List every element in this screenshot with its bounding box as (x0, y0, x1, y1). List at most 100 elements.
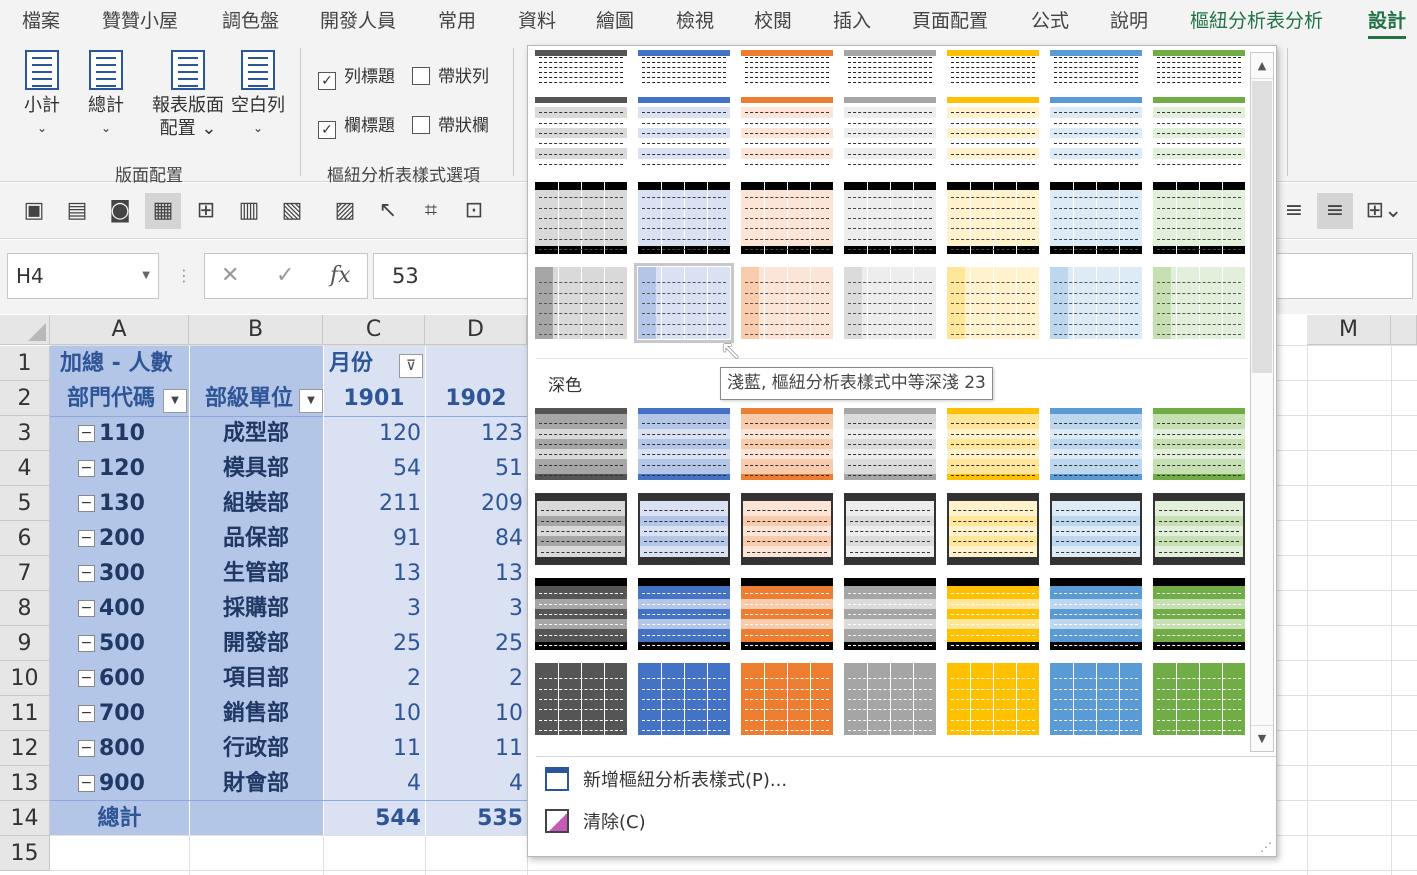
pivot-style-option[interactable] (947, 578, 1039, 650)
pivot-style-option[interactable] (638, 493, 730, 565)
pivot-style-option[interactable] (1153, 493, 1245, 565)
pivot-style-option[interactable] (741, 578, 833, 650)
pivot-column-item[interactable]: 1902 (425, 381, 527, 416)
pivot-style-option[interactable] (947, 663, 1039, 735)
collapse-icon[interactable]: − (78, 740, 95, 757)
layout-button-3[interactable]: 空白列 ⌄ (230, 50, 286, 140)
pivot-style-option[interactable] (844, 578, 936, 650)
pivot-style-option[interactable] (1050, 578, 1142, 650)
row-header[interactable]: 8 (0, 591, 50, 626)
pivot-style-option[interactable] (535, 493, 627, 565)
pivot-style-option[interactable] (1153, 97, 1245, 169)
resize-grip-icon[interactable]: ⋰ (1260, 840, 1272, 854)
pivot-style-option[interactable] (741, 267, 833, 339)
pivot-value-cell[interactable]: 11 (323, 731, 425, 766)
pivot-style-option[interactable] (1050, 97, 1142, 169)
row-header[interactable]: 9 (0, 626, 50, 661)
pivot-style-option[interactable] (1153, 267, 1245, 339)
tab-3[interactable]: 開發人員 (320, 6, 396, 33)
pivot-value-cell[interactable]: 13 (323, 556, 425, 591)
doc-person-icon[interactable]: ▥ (231, 193, 267, 229)
pivot-value-field[interactable]: 加總 - 人數 (60, 346, 188, 381)
row-header[interactable]: 10 (0, 661, 50, 696)
pivot-value-cell[interactable]: 25 (425, 626, 527, 661)
pivot-style-option[interactable] (535, 50, 627, 84)
layout-button-0[interactable]: 小計 ⌄ (20, 50, 64, 140)
pivot-value-cell[interactable]: 91 (323, 521, 425, 556)
pivot-style-option[interactable] (1050, 267, 1142, 339)
pivot-total-cell[interactable]: 544 (323, 801, 425, 836)
crop-icon[interactable]: ⌗ (413, 193, 449, 229)
row-header[interactable]: 12 (0, 731, 50, 766)
scroll-up-icon[interactable]: ▲ (1251, 53, 1273, 79)
pivot-value-cell[interactable]: 2 (323, 661, 425, 696)
checkbox-checked-icon[interactable]: ✓ (318, 121, 336, 139)
pivot-style-option[interactable] (638, 578, 730, 650)
pivot-row-item[interactable]: 開發部 (189, 626, 323, 661)
tab-1[interactable]: 贊贊小屋 (102, 6, 178, 33)
tab-14[interactable]: 設計 (1368, 6, 1407, 39)
scroll-down-icon[interactable]: ▼ (1251, 725, 1273, 751)
select-all-corner[interactable] (0, 315, 50, 345)
pivot-style-option[interactable] (535, 267, 627, 339)
gallery-scrollbar[interactable]: ▲ ▼ (1250, 52, 1274, 752)
pivot-style-option[interactable] (844, 267, 936, 339)
row-header[interactable]: 15 (0, 836, 50, 871)
tab-8[interactable]: 校閱 (754, 6, 792, 33)
dropdown-icon[interactable]: ▼ (299, 389, 323, 413)
option-checkbox-3[interactable]: 帶狀欄 (412, 111, 489, 136)
pivot-row-item[interactable]: 成型部 (189, 416, 323, 451)
pivot-style-option[interactable] (1153, 578, 1245, 650)
column-header[interactable]: A (50, 315, 189, 345)
row-header[interactable]: 13 (0, 766, 50, 801)
pivot-style-option[interactable] (638, 408, 730, 480)
pivot-value-cell[interactable]: 123 (425, 416, 527, 451)
pivot-style-option[interactable] (1153, 182, 1245, 254)
pivot-row-item[interactable]: 500 (99, 626, 179, 661)
pivot-style-option[interactable] (947, 493, 1039, 565)
pivot-cube-icon[interactable]: ▣ (16, 193, 52, 229)
pivot-row-item[interactable]: 120 (99, 451, 179, 486)
pivot-style-option[interactable] (741, 182, 833, 254)
pivot-row-item[interactable]: 600 (99, 661, 179, 696)
tab-12[interactable]: 說明 (1110, 6, 1148, 33)
pivot-column-item[interactable]: 1901 (323, 381, 425, 416)
pivot-row-item[interactable]: 模具部 (189, 451, 323, 486)
pivot-row-item[interactable]: 財會部 (189, 766, 323, 801)
checkbox-checked-icon[interactable]: ✓ (318, 72, 336, 90)
clear-style-item[interactable]: 清除(C) (545, 808, 646, 834)
row-header[interactable]: 1 (0, 346, 50, 381)
pivot-style-option[interactable] (638, 50, 730, 84)
pivot-style-option[interactable] (1050, 663, 1142, 735)
option-checkbox-0[interactable]: ✓ 列標題 (318, 62, 395, 90)
pivot-total-label[interactable]: 總計 (50, 801, 189, 836)
pivot-value-cell[interactable]: 209 (425, 486, 527, 521)
pivot-total-cell[interactable]: 535 (425, 801, 527, 836)
column-header[interactable] (1391, 315, 1417, 345)
pivot-record-icon[interactable]: ◙ (102, 193, 138, 229)
select-arrow-icon[interactable]: ↖ (370, 193, 406, 229)
pivot-value-cell[interactable]: 54 (323, 451, 425, 486)
pivot-row-field[interactable]: 部級單位 (195, 381, 303, 416)
pivot-row-item[interactable]: 110 (99, 416, 179, 451)
cancel-icon[interactable]: ✕ (221, 253, 239, 299)
pivot-style-option[interactable] (741, 493, 833, 565)
checkbox-empty-icon[interactable] (412, 67, 430, 85)
collapse-icon[interactable]: − (78, 705, 95, 722)
pivot-row-item[interactable]: 行政部 (189, 731, 323, 766)
filter-icon[interactable]: ⊽ (399, 354, 423, 378)
collapse-icon[interactable]: − (78, 670, 95, 687)
pivot-style-option[interactable] (535, 578, 627, 650)
layout-button-1[interactable]: 總計 ⌄ (84, 50, 128, 140)
collapse-icon[interactable]: − (78, 565, 95, 582)
pivot-value-cell[interactable]: 120 (323, 416, 425, 451)
pivot-style-option[interactable] (741, 97, 833, 169)
pivot-value-cell[interactable]: 51 (425, 451, 527, 486)
collapse-icon[interactable]: − (78, 460, 95, 477)
pivot-row-item[interactable]: 300 (99, 556, 179, 591)
pivot-row-item[interactable]: 800 (99, 731, 179, 766)
pivot-style-option[interactable] (844, 408, 936, 480)
column-header[interactable]: C (323, 315, 425, 345)
pivot-value-cell[interactable]: 3 (425, 591, 527, 626)
pivot-row-field[interactable]: 部門代碼 (56, 381, 166, 416)
